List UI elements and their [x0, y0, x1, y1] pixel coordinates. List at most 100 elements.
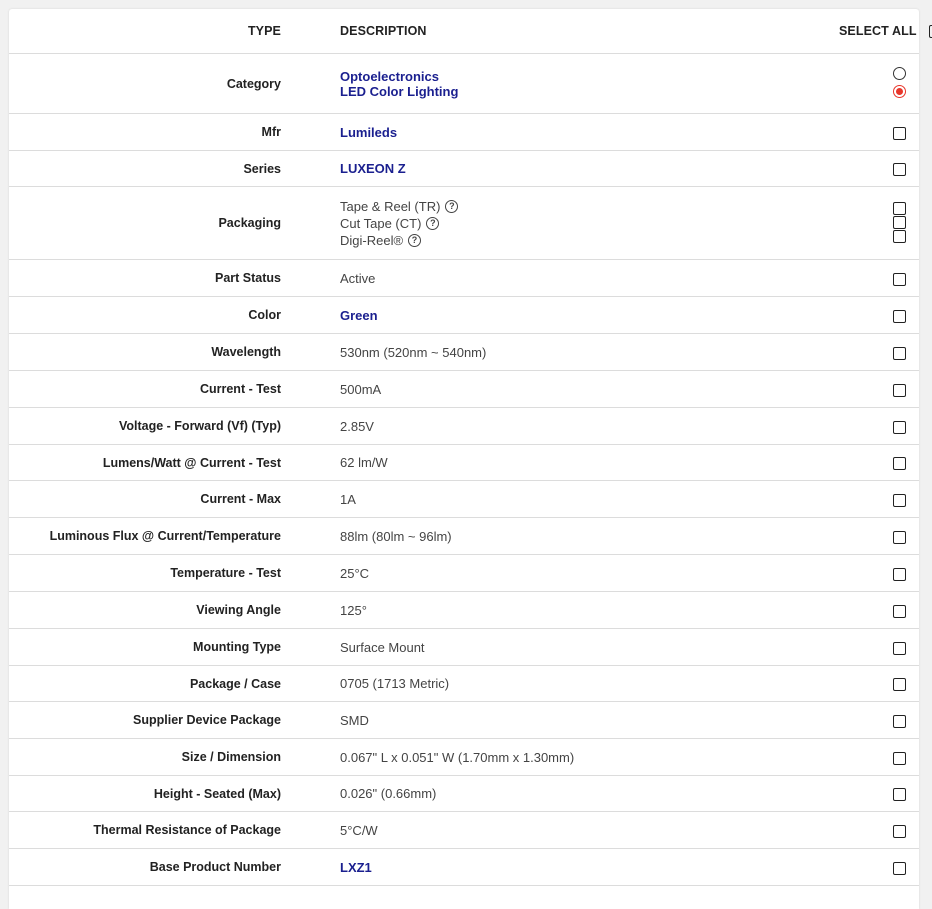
row-select — [839, 592, 919, 629]
category-radio-optoelectronics[interactable] — [893, 66, 906, 80]
base-product-number-link[interactable]: LXZ1 — [340, 860, 839, 875]
row-type-label: Luminous Flux @ Current/Temperature — [49, 529, 281, 543]
row-type-label: Wavelength — [211, 345, 281, 359]
package-case-checkbox[interactable] — [893, 678, 906, 692]
table-row-packaging: Packaging Tape & Reel (TR)? Cut Tape (CT… — [9, 187, 919, 260]
row-type-label: Lumens/Watt @ Current - Test — [102, 455, 281, 470]
row-description: 5°C/W — [340, 822, 378, 838]
row-type-label: Mounting Type — [193, 640, 281, 654]
row-description: 0.026" (0.66mm) — [340, 786, 437, 801]
lumens-watt-checkbox[interactable] — [893, 457, 906, 471]
packaging-ct-checkbox[interactable] — [893, 216, 906, 229]
packaging-digireel-checkbox[interactable] — [893, 230, 906, 243]
row-select — [839, 54, 919, 114]
row-select — [839, 812, 919, 849]
select-all-checkbox[interactable] — [928, 24, 932, 38]
row-description: 25°C — [340, 565, 370, 581]
luminous-flux-checkbox[interactable] — [893, 530, 906, 544]
table-row-voltage-forward: Voltage - Forward (Vf) (Typ) 2.85V — [9, 408, 919, 445]
voltage-forward-checkbox[interactable] — [893, 420, 906, 434]
table-row-temperature-test: Temperature - Test 25°C — [9, 555, 919, 592]
row-select — [839, 555, 919, 592]
category-link-optoelectronics[interactable]: Optoelectronics — [340, 69, 839, 84]
row-type-label: Package / Case — [189, 676, 281, 691]
row-type-label: Series — [243, 161, 281, 176]
row-select — [839, 518, 919, 555]
table-row-lumens-watt: Lumens/Watt @ Current - Test 62 lm/W — [9, 445, 919, 481]
row-description: Tape & Reel (TR)? Cut Tape (CT)? Digi-Re… — [299, 187, 839, 260]
row-type-label: Current - Max — [200, 492, 281, 506]
row-select — [839, 445, 919, 481]
row-description: 500mA — [340, 381, 382, 397]
viewing-angle-checkbox[interactable] — [893, 604, 906, 618]
part-status-checkbox[interactable] — [893, 272, 906, 286]
row-description: SMD — [340, 712, 369, 728]
supplier-package-checkbox[interactable] — [893, 714, 906, 728]
row-description: 1A — [340, 491, 356, 507]
row-description: Green — [299, 297, 839, 334]
wavelength-checkbox[interactable] — [893, 346, 906, 360]
size-dimension-checkbox[interactable] — [893, 751, 906, 765]
row-select — [839, 187, 919, 260]
table-row-luminous-flux: Luminous Flux @ Current/Temperature 88lm… — [9, 518, 919, 555]
table-row-current-test: Current - Test 500mA — [9, 371, 919, 408]
row-description: 62 lm/W — [340, 455, 388, 470]
row-type-label: Viewing Angle — [196, 603, 281, 617]
row-type-label: Part Status — [215, 271, 281, 285]
table-row-series: Series LUXEON Z — [9, 151, 919, 187]
row-description: Active — [340, 270, 376, 286]
table-row-size-dimension: Size / Dimension 0.067" L x 0.051" W (1.… — [9, 739, 919, 776]
packaging-label-tr: Tape & Reel (TR) — [340, 198, 441, 214]
thermal-resistance-checkbox[interactable] — [893, 824, 906, 838]
packaging-label-digireel: Digi-Reel® — [340, 232, 404, 248]
row-description: 2.85V — [340, 418, 374, 434]
row-select — [839, 481, 919, 518]
table-row-height-seated: Height - Seated (Max) 0.026" (0.66mm) — [9, 776, 919, 812]
question-circle-icon[interactable]: ? — [426, 216, 440, 230]
category-link-led-color-lighting[interactable]: LED Color Lighting — [340, 84, 839, 99]
row-type-label: Packaging — [218, 216, 281, 230]
color-checkbox[interactable] — [893, 309, 906, 323]
table-row-supplier-package: Supplier Device Package SMD — [9, 702, 919, 739]
row-type-label: Voltage - Forward (Vf) (Typ) — [118, 419, 281, 433]
description-column-header: DESCRIPTION — [340, 24, 427, 38]
current-test-checkbox[interactable] — [893, 383, 906, 397]
mounting-type-checkbox[interactable] — [893, 641, 906, 655]
row-description: 125° — [340, 602, 367, 618]
row-description: 530nm (520nm ~ 540nm) — [340, 344, 487, 360]
height-seated-checkbox[interactable] — [893, 788, 906, 802]
current-max-checkbox[interactable] — [893, 493, 906, 507]
select-all-header: SELECT ALL — [839, 9, 932, 54]
temperature-test-checkbox[interactable] — [893, 567, 906, 581]
table-row-mounting-type: Mounting Type Surface Mount — [9, 629, 919, 666]
row-type-label: Size / Dimension — [181, 750, 281, 764]
mfr-link[interactable]: Lumileds — [340, 125, 839, 140]
row-description: 88lm (80lm ~ 96lm) — [340, 528, 452, 544]
series-checkbox[interactable] — [893, 163, 906, 177]
row-description: LUXEON Z — [299, 151, 839, 187]
row-description: Lumileds — [299, 114, 839, 151]
packaging-option: Cut Tape (CT)? — [340, 215, 839, 232]
row-select — [839, 151, 919, 187]
row-type-label: Supplier Device Package — [133, 713, 281, 727]
question-circle-icon[interactable]: ? — [408, 233, 422, 247]
table-row-mfr: Mfr Lumileds — [9, 114, 919, 151]
color-link[interactable]: Green — [340, 308, 839, 323]
table-row-part-status: Part Status Active — [9, 260, 919, 297]
question-circle-icon[interactable]: ? — [445, 199, 459, 213]
product-attributes-table: TYPE DESCRIPTION SELECT ALL Category Opt… — [9, 9, 932, 886]
packaging-tr-checkbox[interactable] — [893, 202, 906, 215]
series-link[interactable]: LUXEON Z — [340, 161, 839, 176]
base-product-number-checkbox[interactable] — [893, 861, 906, 875]
row-select — [839, 776, 919, 812]
table-row-color: Color Green — [9, 297, 919, 334]
row-select — [839, 666, 919, 702]
row-type-label: Height - Seated (Max) — [153, 786, 281, 801]
table-row-current-max: Current - Max 1A — [9, 481, 919, 518]
row-description: 0705 (1713 Metric) — [340, 676, 450, 691]
packaging-label-ct: Cut Tape (CT) — [340, 215, 422, 231]
row-type-label: Mfr — [261, 125, 281, 139]
table-row-base-product-number: Base Product Number LXZ1 — [9, 849, 919, 886]
mfr-checkbox[interactable] — [893, 126, 906, 140]
category-radio-led-color-lighting[interactable] — [893, 84, 906, 98]
